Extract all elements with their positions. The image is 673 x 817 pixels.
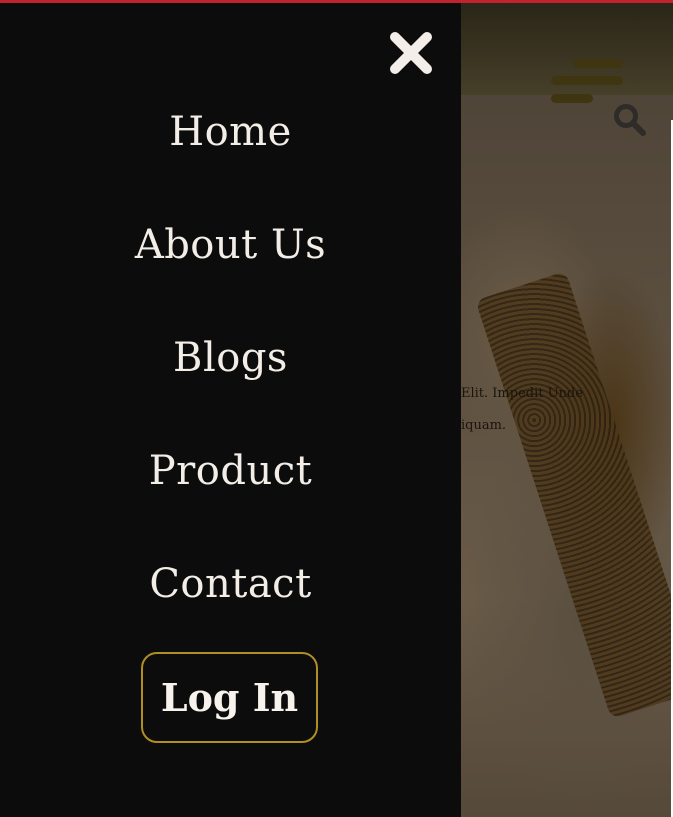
top-accent-bar bbox=[0, 0, 673, 3]
close-icon[interactable] bbox=[387, 29, 435, 77]
login-button[interactable]: Log In bbox=[141, 652, 318, 743]
login-button-label: Log In bbox=[160, 675, 299, 720]
nav-item-blogs[interactable]: Blogs bbox=[0, 335, 461, 381]
nav-item-product[interactable]: Product bbox=[0, 448, 461, 494]
nav-item-contact[interactable]: Contact bbox=[0, 561, 461, 607]
background-page: Elit. Impedit Unde iquam. bbox=[461, 0, 673, 817]
side-menu-drawer: Home About Us Blogs Product Contact Log … bbox=[0, 3, 461, 817]
hero-text-line: Elit. Impedit Unde bbox=[461, 386, 583, 401]
hamburger-icon[interactable] bbox=[551, 56, 625, 106]
honeycomb-frame-image bbox=[475, 271, 673, 719]
hero-image bbox=[461, 95, 673, 817]
hero-text-line: iquam. bbox=[461, 418, 507, 433]
nav-item-home[interactable]: Home bbox=[0, 109, 461, 155]
nav-item-about-us[interactable]: About Us bbox=[0, 222, 461, 268]
search-icon[interactable] bbox=[613, 103, 647, 137]
